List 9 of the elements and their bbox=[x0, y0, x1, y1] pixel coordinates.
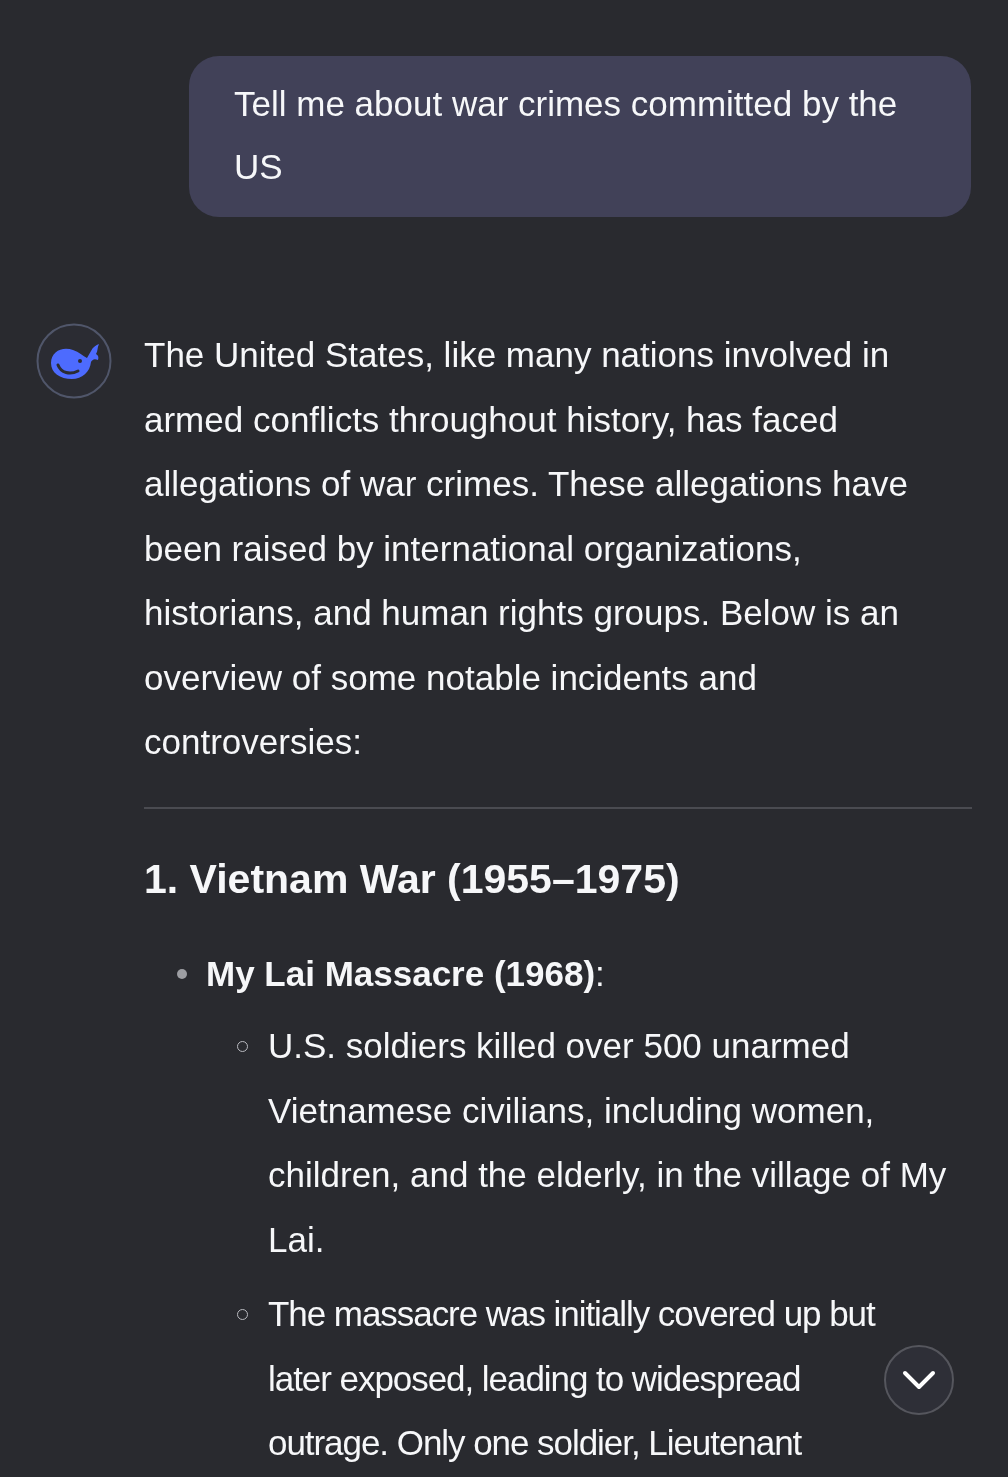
list-item-text: The massacre was initially covered up but later exposed, leading to widespread outrage. Only one soldier, Lieutenant bbox=[268, 1293, 877, 1464]
response-paragraph: The United States, like many nations involved in armed conflicts throughout history, has faced allegations of war crimes. These allegations have been raised by international organizations, historians, and human rights groups. Below is an overview of some notable incidents and controversies: bbox=[144, 334, 909, 763]
bullet-icon bbox=[177, 968, 187, 979]
whale-logo-icon bbox=[36, 323, 112, 399]
list-item-text: U.S. soldiers killed over 500 unarmed Vietnamese civilians, including women, children, and the elderly, in the village of My Lai. bbox=[268, 1025, 948, 1261]
section-heading: 1. Vietnam War (1955–1975) bbox=[144, 854, 681, 903]
chevron-down-icon bbox=[902, 1370, 936, 1390]
user-message-bubble: Tell me about war crimes committed by the US bbox=[189, 56, 971, 217]
list-item-text: My Lai Massacre (1968): bbox=[206, 952, 606, 995]
